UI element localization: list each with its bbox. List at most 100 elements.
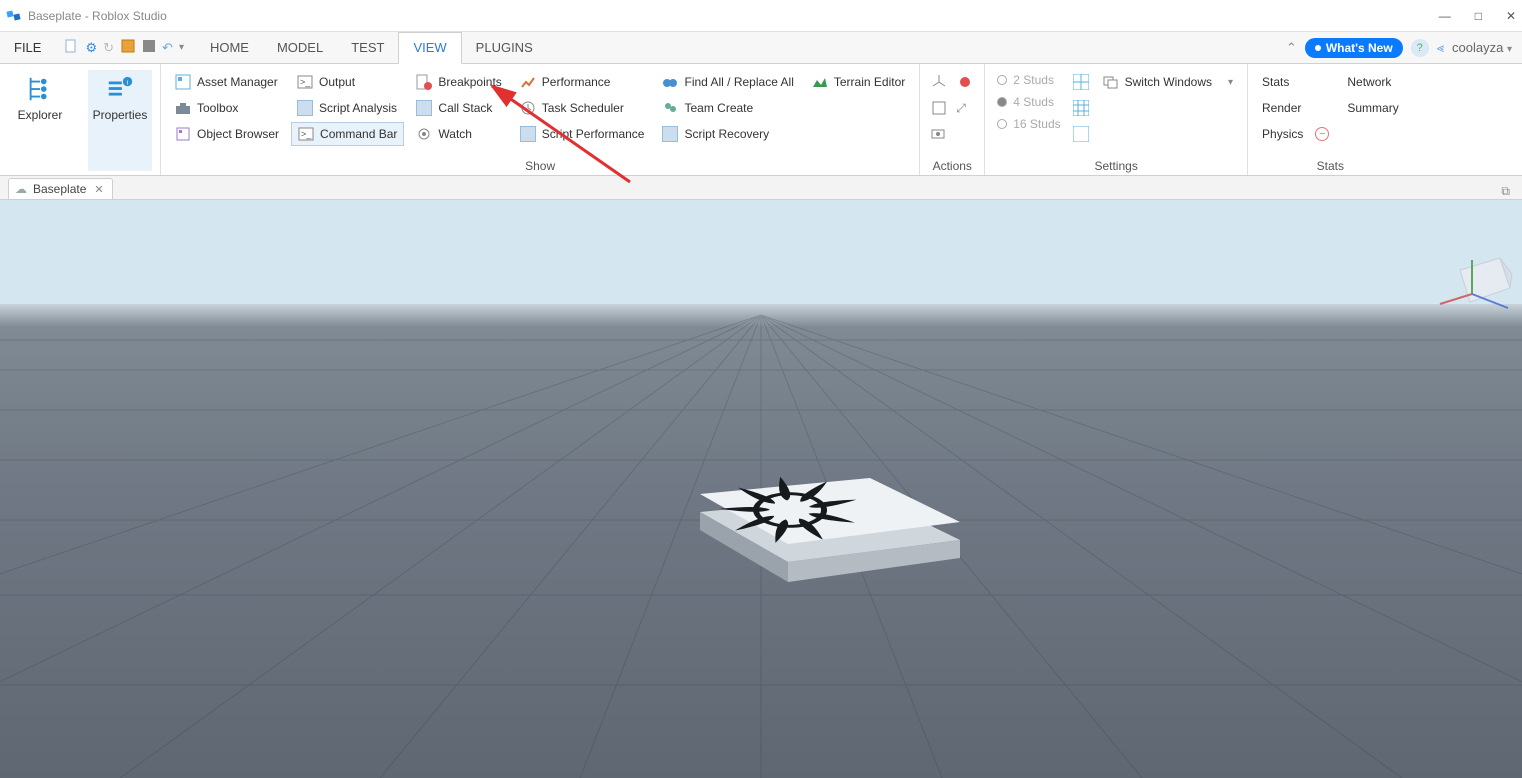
app-icon [6, 8, 22, 24]
tab-plugins[interactable]: PLUGINS [462, 32, 547, 64]
object-browser-button[interactable]: Object Browser [169, 122, 285, 146]
axis-icon [930, 73, 948, 91]
action-btn-2[interactable] [954, 70, 976, 94]
team-create-button[interactable]: Team Create [656, 96, 799, 120]
menu-row: FILE ⚙ ↻ ↶ ▾ HOME MODEL TEST VIEW PLUGIN… [0, 32, 1522, 64]
quick-access-toolbar: ⚙ ↻ ↶ ▾ [55, 38, 192, 57]
spawn-location [700, 472, 960, 582]
stats-button[interactable]: Stats [1256, 70, 1335, 94]
popout-icon[interactable]: ⧉ [1495, 184, 1516, 199]
toolbox-icon [175, 100, 191, 116]
script-performance-icon [520, 126, 536, 142]
command-bar-icon: >_ [298, 126, 314, 142]
network-button[interactable]: Network [1341, 70, 1404, 94]
command-bar-button[interactable]: >_Command Bar [291, 122, 404, 146]
switch-windows-button[interactable]: Switch Windows▾ [1097, 70, 1239, 94]
file-menu[interactable]: FILE [0, 32, 55, 64]
show-group-label: Show [525, 157, 555, 173]
help-icon[interactable]: ? [1411, 39, 1429, 57]
toolbox-button[interactable]: Toolbox [169, 96, 285, 120]
asset-manager-icon [175, 74, 191, 90]
watch-icon [416, 126, 432, 142]
grid-icon-3[interactable] [1071, 122, 1091, 146]
summary-button[interactable]: Summary [1341, 96, 1404, 120]
task-scheduler-button[interactable]: Task Scheduler [514, 96, 651, 120]
gizmo-icon [930, 99, 948, 117]
record-icon [956, 73, 974, 91]
chevron-down-icon: ▾ [1228, 77, 1233, 88]
explorer-icon [25, 74, 55, 104]
redo-icon[interactable]: ↻ [103, 40, 114, 56]
properties-button[interactable]: i Properties [88, 70, 152, 171]
find-all-button[interactable]: Find All / Replace All [656, 70, 799, 94]
camera-icon [930, 125, 948, 143]
asset-manager-button[interactable]: Asset Manager [169, 70, 285, 94]
tab-model[interactable]: MODEL [263, 32, 337, 64]
qat-dropdown-icon[interactable]: ▾ [179, 42, 184, 53]
properties-icon: i [105, 74, 135, 104]
open-icon[interactable]: ⚙ [85, 40, 97, 56]
script-analysis-icon [297, 100, 313, 116]
document-tab-bar: ☁ Baseplate ✕ ⧉ [0, 176, 1522, 200]
stop-icon[interactable] [142, 39, 156, 56]
stats-group-label: Stats [1317, 157, 1344, 173]
output-icon: >_ [297, 74, 313, 90]
explorer-button[interactable]: Explorer [8, 70, 72, 171]
document-tab[interactable]: ☁ Baseplate ✕ [8, 178, 113, 199]
script-recovery-icon [662, 126, 678, 142]
ribbon-view: Explorer i Properties Asset Manager Tool… [0, 64, 1522, 176]
object-browser-icon [175, 126, 191, 142]
grid-2-studs[interactable]: 2 Studs [993, 70, 1064, 90]
undo-icon[interactable]: ↶ [162, 40, 173, 56]
physics-minus-icon: − [1315, 127, 1329, 141]
output-button[interactable]: >_Output [291, 70, 404, 94]
action-btn-1[interactable] [928, 70, 950, 94]
close-button[interactable]: ✕ [1506, 9, 1516, 23]
collapse-ribbon-icon[interactable]: ⌃ [1286, 40, 1297, 56]
save-icon[interactable] [120, 38, 136, 57]
actions-group-label: Actions [933, 157, 972, 173]
binoculars-icon [662, 74, 678, 90]
tab-view[interactable]: VIEW [398, 32, 461, 64]
terrain-editor-button[interactable]: Terrain Editor [806, 70, 911, 94]
settings-group-label: Settings [1094, 157, 1137, 173]
cloud-icon: ☁ [15, 182, 27, 196]
call-stack-icon [416, 100, 432, 116]
whats-new-button[interactable]: What's New [1305, 38, 1403, 58]
team-create-icon [662, 100, 678, 116]
physics-button[interactable]: Physics− [1256, 122, 1335, 146]
action-btn-4[interactable]: ⤢ [954, 96, 968, 120]
grid-16-studs[interactable]: 16 Studs [993, 114, 1064, 134]
call-stack-button[interactable]: Call Stack [410, 96, 507, 120]
performance-icon [520, 74, 536, 90]
grid-4-studs[interactable]: 4 Studs [993, 92, 1064, 112]
grid-icon-1[interactable] [1071, 70, 1091, 94]
document-tab-label: Baseplate [33, 182, 86, 196]
script-analysis-button[interactable]: Script Analysis [291, 96, 404, 120]
minimize-button[interactable]: — [1439, 9, 1451, 23]
breakpoints-icon [416, 74, 432, 90]
grid-icon-2[interactable] [1071, 96, 1091, 120]
svg-text:>_: >_ [301, 129, 312, 139]
close-tab-icon[interactable]: ✕ [94, 183, 103, 196]
svg-text:>_: >_ [300, 77, 311, 87]
tab-test[interactable]: TEST [337, 32, 398, 64]
action-btn-3[interactable] [928, 96, 950, 120]
switch-windows-icon [1103, 74, 1119, 90]
breakpoints-button[interactable]: Breakpoints [410, 70, 507, 94]
tab-home[interactable]: HOME [196, 32, 263, 64]
render-button[interactable]: Render [1256, 96, 1335, 120]
action-btn-5[interactable] [928, 122, 950, 146]
watch-button[interactable]: Watch [410, 122, 507, 146]
username-label[interactable]: coolayza ▾ [1452, 40, 1512, 55]
task-scheduler-icon [520, 100, 536, 116]
script-performance-button[interactable]: Script Performance [514, 122, 651, 146]
viewport-3d[interactable] [0, 200, 1522, 778]
maximize-button[interactable]: □ [1475, 9, 1482, 23]
performance-button[interactable]: Performance [514, 70, 651, 94]
new-icon[interactable] [63, 38, 79, 57]
script-recovery-button[interactable]: Script Recovery [656, 122, 799, 146]
terrain-editor-icon [812, 74, 828, 90]
view-cube[interactable] [1440, 258, 1512, 308]
share-icon[interactable]: ⪡ [1437, 40, 1444, 56]
